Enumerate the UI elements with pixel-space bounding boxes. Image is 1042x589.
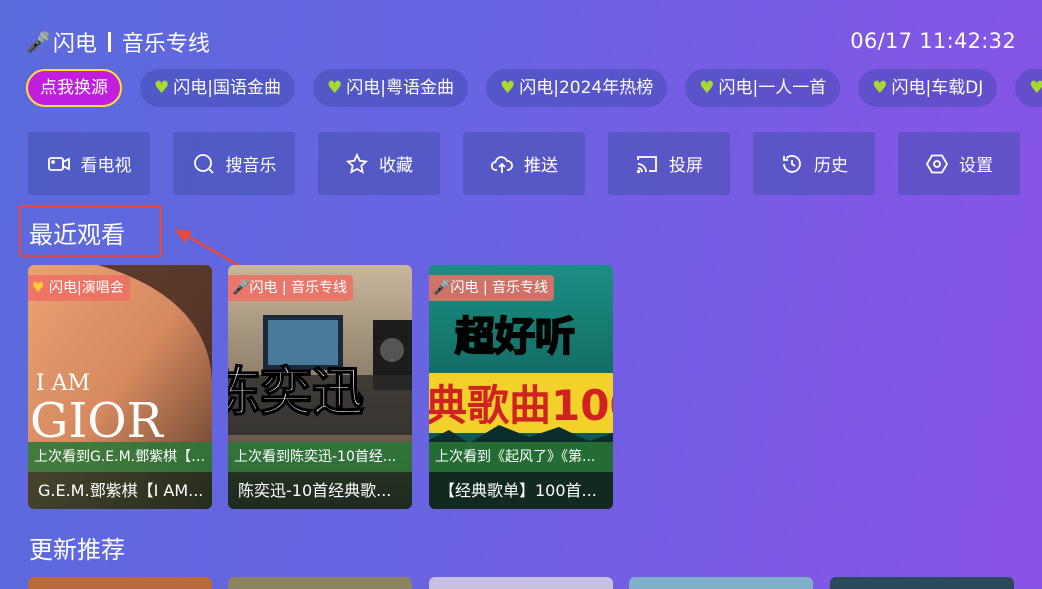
heart-icon: ♥ (872, 78, 888, 98)
button-label: 投屏 (669, 156, 703, 176)
chip-label: 闪电|一人一首 (718, 78, 827, 98)
favorites-button[interactable]: 收藏 (318, 132, 440, 195)
history-button[interactable]: 历史 (753, 132, 875, 195)
history-icon (783, 154, 801, 173)
recent-card[interactable]: I AM GIOR ♥ 闪电|演唱会 上次看到G.E.M.鄧紫棋【I... G.… (28, 265, 212, 509)
button-label: 推送 (524, 156, 558, 176)
search-music-button[interactable]: 搜音乐 (173, 132, 295, 195)
cloud-upload-icon (490, 155, 513, 173)
svg-text:典歌曲100: 典歌曲100 (429, 381, 613, 430)
microphone-icon: 🎤 (26, 30, 51, 54)
channel-chip[interactable]: ♥ 闪电|车载DJ (858, 69, 998, 107)
heart-icon: ♥ (154, 78, 170, 98)
button-label: 看电视 (80, 156, 132, 176)
heart-icon: ♥ (32, 280, 45, 296)
chip-label: 闪电|车载DJ (891, 78, 984, 98)
channel-chip-bar: 点我换源 ♥ 闪电|国语金曲 ♥ 闪电|粤语金曲 ♥ 闪电|2024年热榜 ♥ … (26, 69, 1042, 107)
settings-icon (925, 154, 949, 173)
app-channel: 音乐专线 (121, 32, 210, 57)
recommend-card[interactable] (629, 577, 813, 589)
recommend-card[interactable] (28, 577, 212, 589)
card-progress-text: 上次看到G.E.M.鄧紫棋【I... (28, 442, 212, 472)
app-name: 闪电 (52, 32, 97, 57)
button-label: 历史 (814, 156, 848, 176)
chip-label: 闪电|国语金曲 (173, 78, 281, 98)
recommend-card[interactable] (429, 577, 613, 589)
button-label: 收藏 (379, 156, 413, 176)
tag-label: 闪电 | 音乐专线 (249, 280, 348, 296)
switch-source-chip[interactable]: 点我换源 (26, 69, 122, 107)
cast-button[interactable]: 投屏 (608, 132, 730, 195)
push-button[interactable]: 推送 (463, 132, 585, 195)
channel-chip-partial[interactable]: ♥ (1015, 69, 1042, 107)
microphone-icon: 🎤 (433, 280, 451, 296)
channel-chip[interactable]: ♥ 闪电|2024年热榜 (485, 69, 668, 107)
button-label: 搜音乐 (225, 156, 277, 176)
recent-card[interactable]: 陈奕迅 🎤闪电 | 音乐专线 上次看到陈奕迅-10首经... 陈奕迅-10首经典… (228, 265, 412, 509)
svg-text:陈奕迅: 陈奕迅 (228, 362, 364, 423)
card-tag: ♥ 闪电|演唱会 (28, 275, 130, 301)
card-tag: 🎤闪电 | 音乐专线 (429, 275, 555, 301)
watch-tv-button[interactable]: 看电视 (28, 132, 150, 195)
heart-icon: ♥ (1029, 78, 1042, 98)
video-camera-icon (47, 156, 70, 171)
app-title: 🎤 闪电 音乐专线 (26, 26, 210, 58)
card-tag: 🎤闪电 | 音乐专线 (228, 275, 354, 301)
microphone-icon: 🎤 (232, 280, 250, 296)
svg-text:超好听: 超好听 (455, 314, 575, 360)
annotation-box (19, 205, 162, 257)
star-icon (345, 152, 369, 174)
heart-icon: ♥ (499, 78, 516, 98)
chip-label: 闪电|2024年热榜 (519, 78, 654, 98)
card-title: G.E.M.鄧紫棋【I AM... (28, 472, 212, 509)
title-divider (107, 32, 111, 52)
button-label: 设置 (959, 156, 993, 176)
search-icon (193, 153, 214, 174)
chip-label: 点我换源 (40, 78, 108, 98)
recent-card[interactable]: 超好听 典歌曲100 🎤闪电 | 音乐专线 上次看到《起风了》《第... 【经典… (429, 265, 613, 509)
settings-button[interactable]: 设置 (898, 132, 1020, 195)
recommend-card[interactable] (228, 577, 412, 589)
tag-label: 闪电 | 音乐专线 (450, 280, 549, 296)
channel-chip[interactable]: ♥ 闪电|粤语金曲 (312, 69, 468, 107)
channel-chip[interactable]: ♥ 闪电|一人一首 (685, 69, 841, 107)
cast-icon (636, 155, 657, 173)
svg-text:GIOR: GIOR (30, 393, 165, 449)
heart-icon: ♥ (699, 78, 715, 98)
heart-icon: ♥ (326, 78, 343, 98)
clock: 06/17 11:42:32 (850, 29, 1016, 53)
recommend-card[interactable] (830, 577, 1014, 589)
card-progress-text: 上次看到陈奕迅-10首经... (228, 442, 412, 472)
channel-chip[interactable]: ♥ 闪电|国语金曲 (140, 69, 295, 107)
chip-label: 闪电|粤语金曲 (346, 78, 454, 98)
updates-section-title: 更新推荐 (29, 536, 125, 564)
tag-label: 闪电|演唱会 (49, 280, 124, 296)
card-title: 【经典歌单】100首... (429, 472, 613, 509)
card-progress-text: 上次看到《起风了》《第... (429, 442, 613, 472)
card-title: 陈奕迅-10首经典歌... (228, 472, 412, 509)
